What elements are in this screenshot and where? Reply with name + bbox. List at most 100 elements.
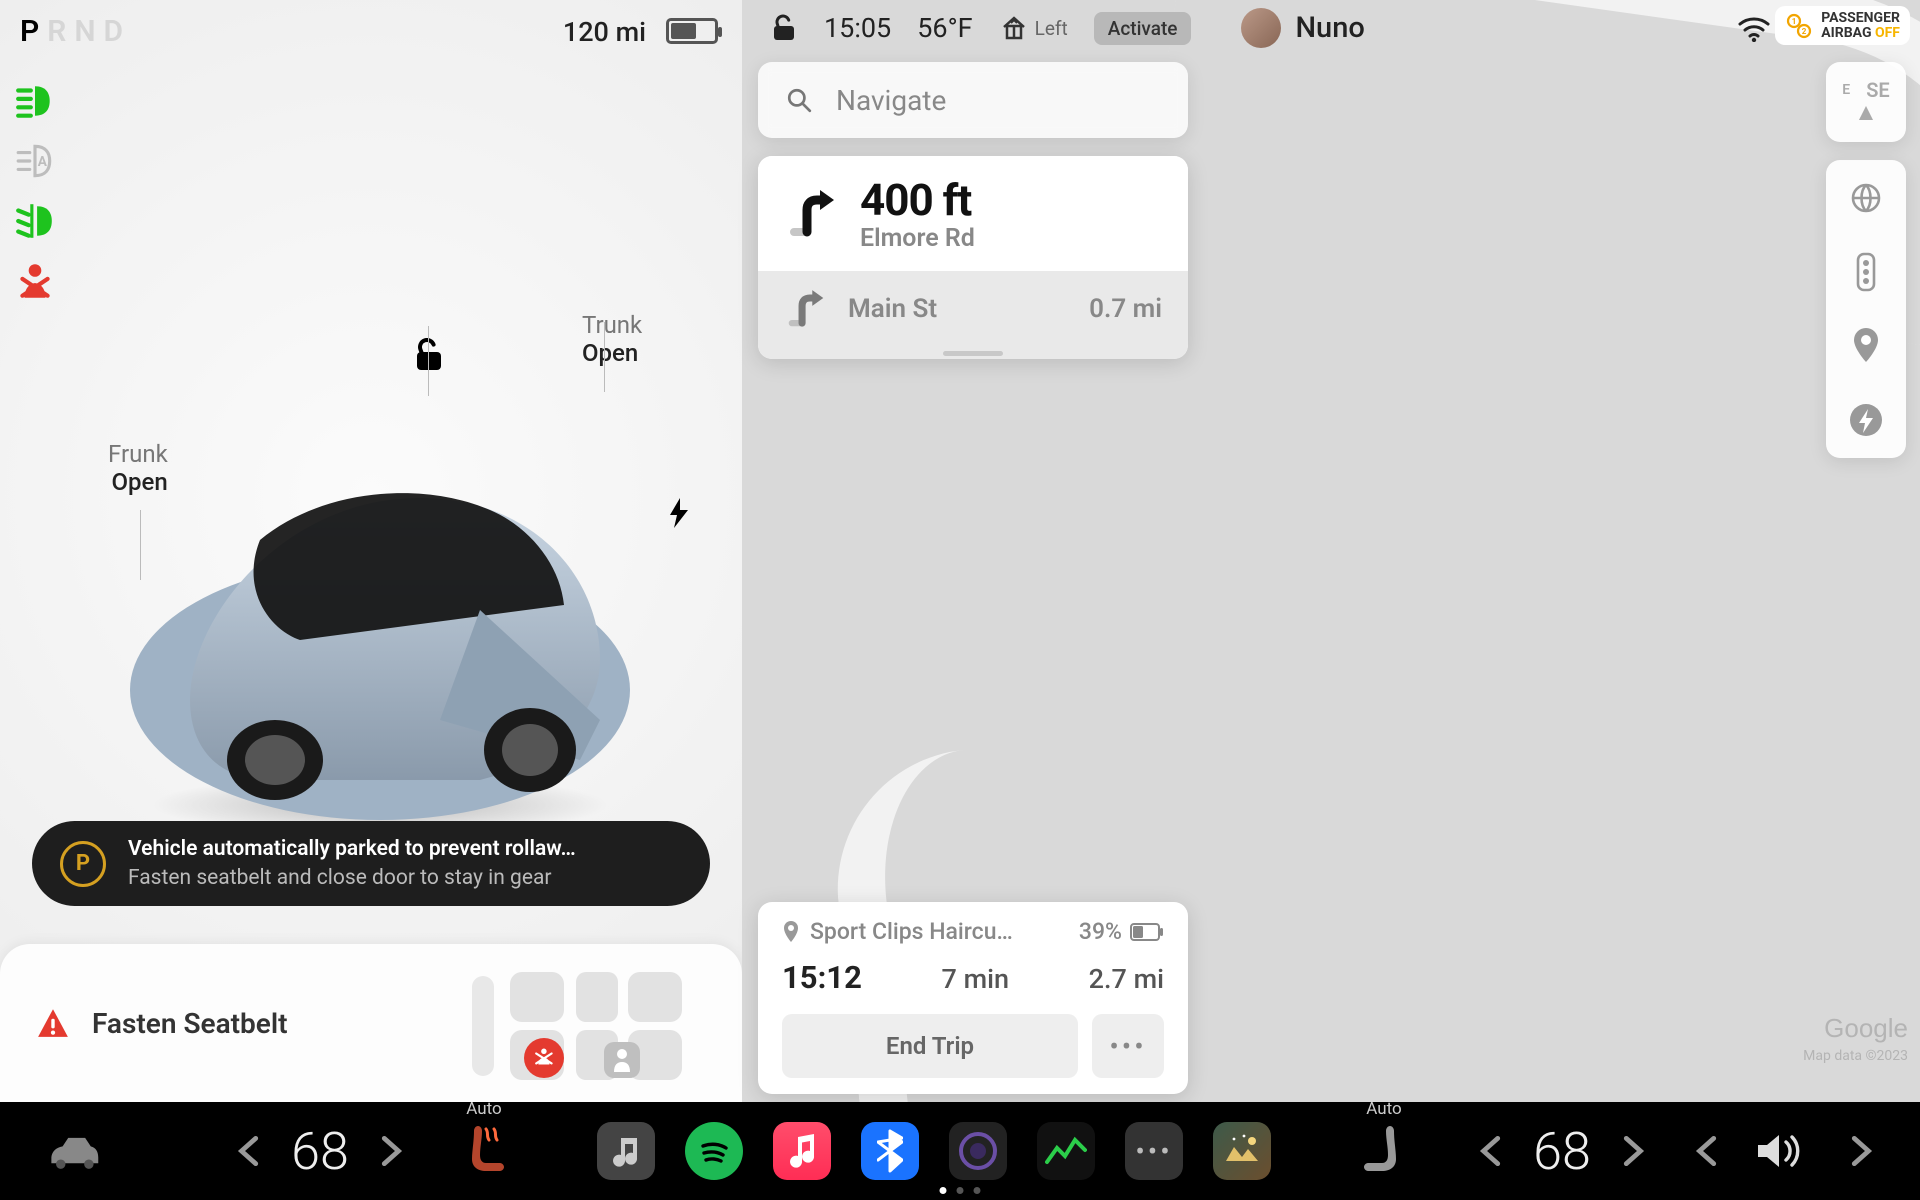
vehicle-render[interactable] [100,400,660,830]
gear-r: R [47,14,74,49]
seat-diagram [472,966,712,1086]
telltale-stack: A [14,80,56,302]
trip-summary-card[interactable]: Sport Clips Haircuts … 39% 15:12 7 min 2… [758,902,1188,1094]
apps-more-button[interactable]: ••• [1125,1122,1183,1180]
gear-indicator: PRND [20,14,131,49]
driver-name: Nuno [1295,11,1364,45]
battery-small-icon [1130,923,1164,941]
homelink-label: Left [1035,17,1068,40]
avatar [1241,8,1281,48]
navigate-search[interactable] [758,62,1188,138]
trunk-leader-line [604,322,605,392]
activate-button[interactable]: Activate [1094,12,1192,45]
driver-temp[interactable]: 68 [270,1121,370,1182]
warning-triangle-icon [36,1006,70,1040]
dashcam-app[interactable] [949,1122,1007,1180]
temp-down-left[interactable] [232,1132,270,1170]
gear-n: N [74,14,103,49]
volume-button[interactable] [1754,1130,1814,1172]
trip-eta: 15:12 [782,959,862,996]
pin-icon [782,920,800,944]
unlock-icon[interactable] [770,14,798,42]
card-grab-handle[interactable] [758,347,1188,359]
lock-icon[interactable] [414,338,444,372]
compass-button[interactable]: ESE ▲ [1826,62,1906,142]
theater-app[interactable] [1213,1122,1271,1180]
passenger-seat-heat[interactable]: Auto [1354,1125,1414,1177]
trunk-state: Open [582,339,642,367]
trunk-label[interactable]: Trunk Open [582,311,642,367]
map-traffic-button[interactable] [1846,252,1886,292]
clock: 15:05 [824,12,891,44]
map-pin-button[interactable] [1846,326,1886,366]
range-value: 120 mi [563,16,646,48]
gear-d: D [104,14,132,49]
map-controls [1826,160,1906,458]
map-attribution: Map data ©2023 [1803,1048,1908,1064]
temp-up-right[interactable] [1612,1132,1650,1170]
turn-right-icon [784,287,828,331]
app-tray: ••• [597,1122,1271,1180]
trip-destination: Sport Clips Haircuts … [810,918,1020,945]
airbag-icon: 12 [1785,12,1813,40]
seatbelt-warning-icon [14,260,56,302]
nav-step-secondary: Main St 0.7 mi [758,271,1188,347]
gear-p: P [20,14,47,49]
temp-up-left[interactable] [370,1132,408,1170]
trip-soc-value: 39% [1079,918,1122,945]
airbag-line1: PASSENGER [1821,10,1900,26]
trip-duration: 7 min [942,963,1010,995]
driver-profile[interactable]: Nuno [1241,8,1364,48]
auto-label: Auto [1366,1099,1401,1119]
homelink-icon [999,13,1029,43]
bluetooth-app[interactable] [861,1122,919,1180]
seatbelt-card-text: Fasten Seatbelt [92,1007,288,1040]
park-alert-icon: P [60,841,106,887]
airbag-badge: 12 PASSENGERAIRBAG OFF [1775,6,1910,45]
park-alert-title: Vehicle automatically parked to prevent … [128,837,576,861]
search-icon [786,85,812,115]
map-charger-button[interactable] [1846,400,1886,440]
car-controls-button[interactable] [42,1131,102,1171]
nav-primary-road: Elmore Rd [860,224,1162,253]
park-alert-subtitle: Fasten seatbelt and close door to stay i… [128,864,576,892]
trip-more-button[interactable]: ••• [1092,1014,1164,1078]
nav-directions-card[interactable]: 400 ft Elmore Rd Main St 0.7 mi [758,156,1188,359]
seatbelt-card[interactable]: Fasten Seatbelt [0,944,742,1102]
battery-icon[interactable] [666,18,718,44]
driver-seat-heat[interactable]: Auto [454,1125,514,1177]
svg-text:2: 2 [1802,27,1807,36]
passenger-temp[interactable]: 68 [1512,1121,1612,1182]
park-alert[interactable]: P Vehicle automatically parked to preven… [32,821,710,906]
auto-label: Auto [466,1099,501,1119]
end-trip-button[interactable]: End Trip [782,1014,1078,1078]
lock-leader-line [428,326,429,396]
nav-primary-distance: 400 ft [860,174,1162,226]
wifi-icon[interactable] [1738,16,1770,42]
map-pane[interactable]: 15:05 56°F Left Activate Nuno 12 PASSENG… [742,0,1920,1102]
airbag-state: OFF [1875,25,1900,41]
bottom-dock: 68 Auto ••• Auto 68 [0,1102,1920,1200]
apple-music-app[interactable] [773,1122,831,1180]
airbag-line2: AIRBAG [1821,25,1871,41]
turn-right-icon [784,186,840,242]
nav-secondary-distance: 0.7 mi [1089,294,1162,324]
compass-pointer-icon: ▲ [1854,98,1878,127]
vol-up[interactable] [1840,1132,1878,1170]
auto-highbeam-icon: A [14,140,56,182]
trip-distance: 2.7 mi [1089,963,1164,995]
nav-secondary-road: Main St [848,294,937,324]
google-logo: Google [1824,1013,1908,1044]
vol-down[interactable] [1690,1132,1728,1170]
nav-step-primary: 400 ft Elmore Rd [758,156,1188,271]
map-globe-button[interactable] [1846,178,1886,218]
homelink-button[interactable]: Left [999,13,1068,43]
navigate-input[interactable] [836,84,1160,117]
spotify-app[interactable] [685,1122,743,1180]
headlight-icon [14,80,56,122]
media-app[interactable] [597,1122,655,1180]
svg-text:1: 1 [1792,17,1797,26]
trip-arrival-soc: 39% [1079,918,1164,945]
temp-down-right[interactable] [1474,1132,1512,1170]
energy-app[interactable] [1037,1122,1095,1180]
